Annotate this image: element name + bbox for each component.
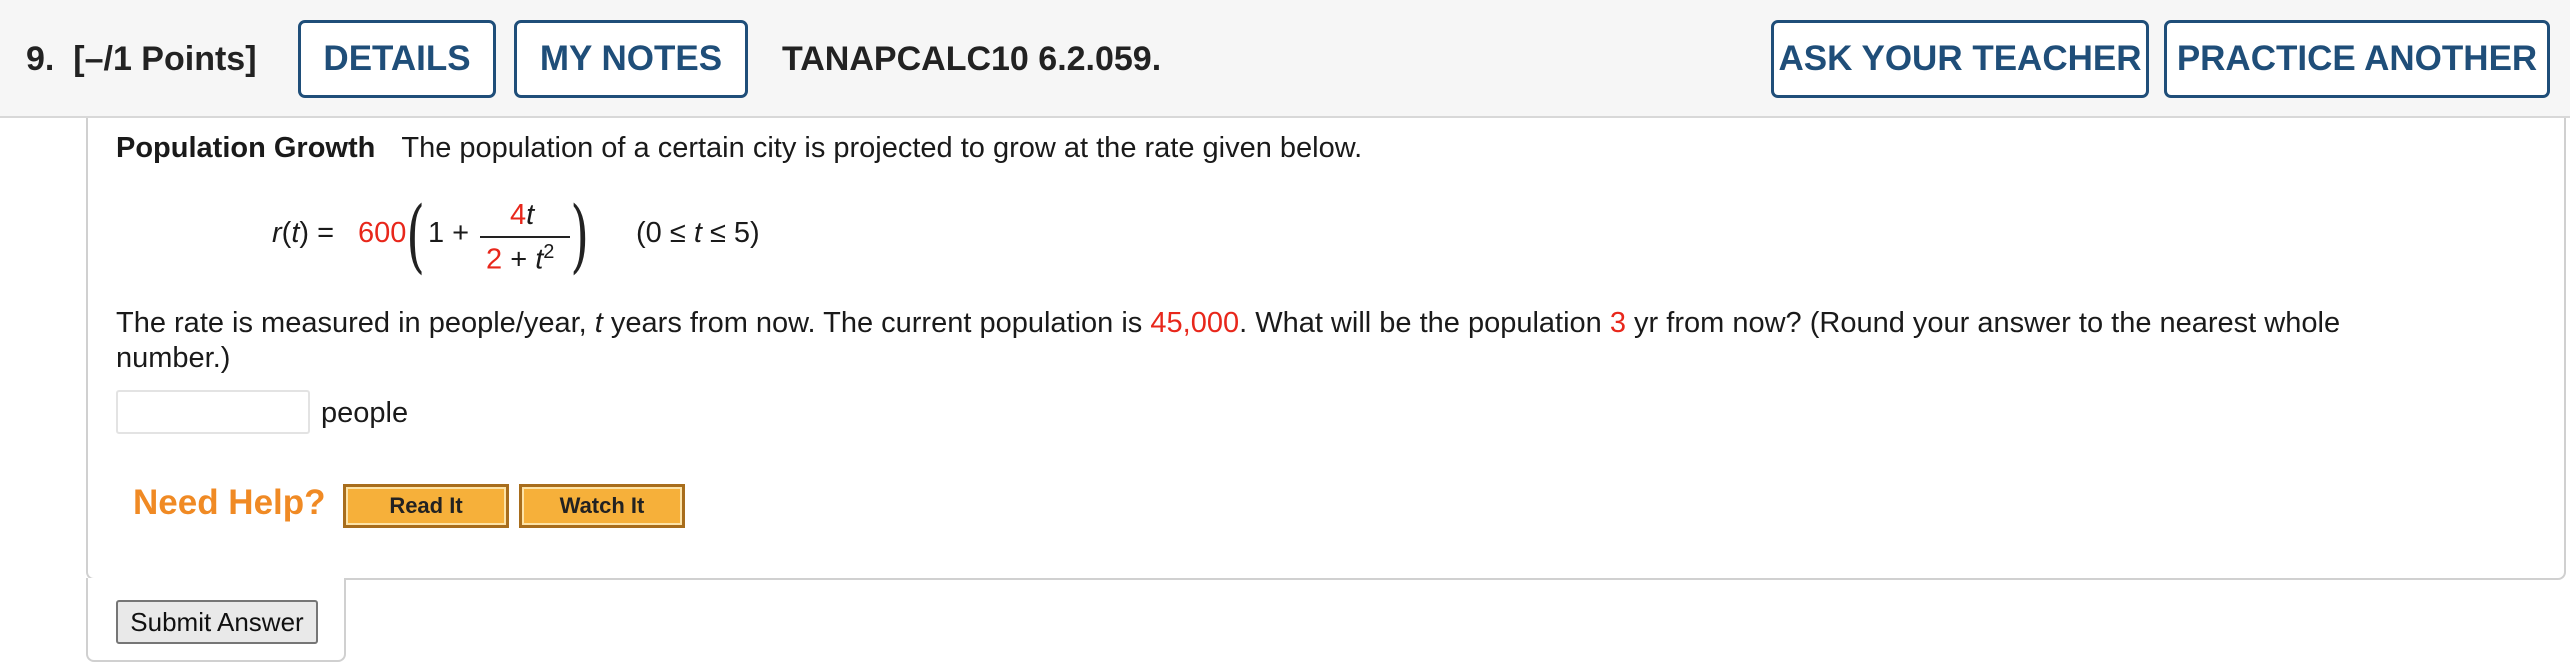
formula-one-plus: 1 + [428, 217, 470, 249]
question-id: TANAPCALC10 6.2.059. [782, 40, 1162, 78]
formula-numerator: 4t [510, 199, 535, 231]
years-value: 3 [1609, 307, 1626, 339]
submit-answer-button[interactable]: Submit Answer [116, 600, 318, 644]
answer-unit: people [321, 397, 409, 429]
answer-input[interactable] [116, 390, 310, 434]
right-paren: ) [570, 189, 589, 282]
formula-domain: (0 ≤ t ≤ 5) [636, 217, 760, 249]
problem-intro-text: The population of a certain city is proj… [401, 132, 1363, 164]
rate-description: The rate is measured in people/year, t y… [116, 307, 2341, 374]
formula-lhs: r(t) = [272, 217, 335, 249]
need-help-label: Need Help? [133, 483, 326, 522]
problem-title: Population Growth [116, 132, 376, 164]
formula-denominator: 2 + t2 [486, 241, 555, 276]
watch-it-button[interactable]: Watch It [519, 484, 685, 528]
practice-another-button[interactable]: PRACTICE ANOTHER [2164, 20, 2550, 98]
my-notes-button[interactable]: MY NOTES [514, 20, 748, 98]
fraction-bar [480, 236, 570, 238]
left-paren: ( [406, 189, 425, 282]
rate-formula: r(t) = 600 ( 1 + 4t 2 + t2 ) (0 ≤ t ≤ 5) [272, 189, 892, 283]
points-label: [–/1 Points] [73, 40, 257, 78]
ask-your-teacher-button[interactable]: ASK YOUR TEACHER [1771, 20, 2149, 98]
question-number-text: 9. [26, 40, 55, 78]
problem-intro: Population Growth The population of a cer… [116, 132, 1362, 165]
submit-area: Submit Answer [86, 578, 346, 662]
question-number: 9. [–/1 Points] [26, 40, 257, 79]
current-population: 45,000 [1150, 307, 1240, 339]
formula-coefficient: 600 [358, 217, 407, 249]
details-button[interactable]: DETAILS [298, 20, 496, 98]
question-header: 9. [–/1 Points] DETAILS MY NOTES TANAPCA… [0, 0, 2570, 118]
read-it-button[interactable]: Read It [343, 484, 509, 528]
